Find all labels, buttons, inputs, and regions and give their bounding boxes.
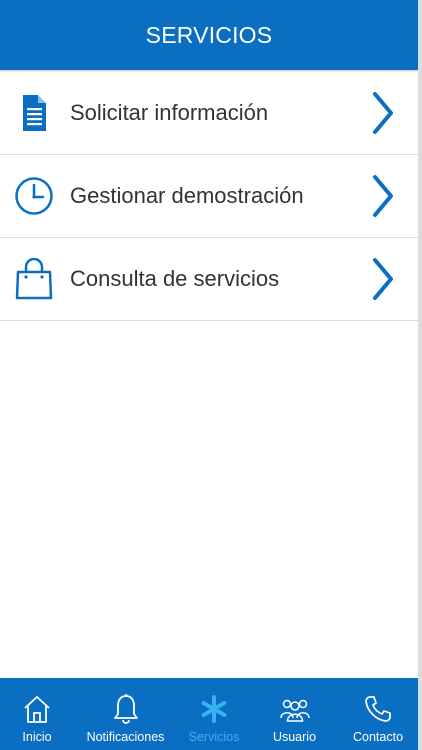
tab-label: Contacto bbox=[352, 730, 404, 744]
app-header: SERVICIOS bbox=[0, 0, 418, 70]
window-edge-shade bbox=[418, 0, 422, 750]
tab-label: Usuario bbox=[272, 730, 317, 744]
service-row-consulta-servicios[interactable]: Consulta de servicios bbox=[0, 238, 418, 321]
services-list: Solicitar información Gestionar demostra… bbox=[0, 72, 418, 321]
clock-icon bbox=[14, 173, 54, 219]
service-label: Gestionar demostración bbox=[70, 183, 304, 208]
tab-servicios[interactable]: Servicios bbox=[177, 678, 251, 750]
service-label: Solicitar información bbox=[70, 100, 269, 125]
tab-label: Inicio bbox=[22, 730, 52, 744]
shopping-bag-icon bbox=[14, 256, 54, 302]
chevron-right-icon bbox=[370, 256, 396, 302]
home-icon bbox=[20, 692, 54, 726]
tab-label: Notificaciones bbox=[86, 730, 165, 744]
service-row-solicitar-informacion[interactable]: Solicitar información bbox=[0, 72, 418, 155]
phone-icon bbox=[361, 692, 395, 726]
app-screen: SERVICIOS Solicitar información Gestiona… bbox=[0, 0, 418, 750]
bell-icon bbox=[109, 692, 143, 726]
chevron-right-icon bbox=[370, 90, 396, 136]
document-icon bbox=[14, 90, 54, 136]
bottom-tab-bar: Inicio Notificaciones Servicios Usuario … bbox=[0, 678, 418, 750]
chevron-right-icon bbox=[370, 173, 396, 219]
page-title: SERVICIOS bbox=[145, 21, 273, 48]
tab-usuario[interactable]: Usuario bbox=[255, 678, 335, 750]
users-icon bbox=[278, 692, 312, 726]
tab-notificaciones[interactable]: Notificaciones bbox=[78, 678, 174, 750]
service-row-gestionar-demostracion[interactable]: Gestionar demostración bbox=[0, 155, 418, 238]
tab-inicio[interactable]: Inicio bbox=[0, 678, 74, 750]
tab-label: Servicios bbox=[188, 730, 240, 744]
tab-contacto[interactable]: Contacto bbox=[338, 678, 418, 750]
asterisk-icon bbox=[197, 692, 231, 726]
service-label: Consulta de servicios bbox=[70, 266, 280, 291]
